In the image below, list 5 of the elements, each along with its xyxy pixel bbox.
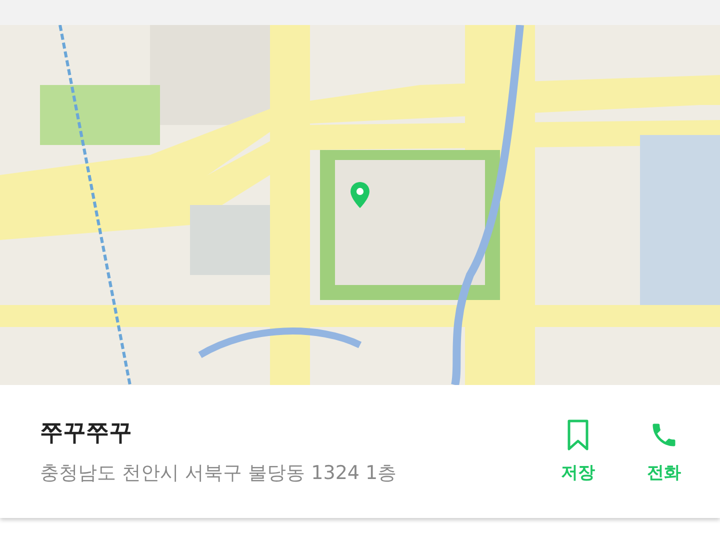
call-button[interactable]: 전화: [636, 419, 692, 484]
place-name: 쭈꾸쭈꾸: [40, 419, 133, 448]
save-button[interactable]: 저장: [550, 419, 606, 484]
place-address: 충청남도 천안시 서북구 불당동 1324 1층: [40, 461, 397, 486]
map-pin-icon: [350, 182, 370, 208]
